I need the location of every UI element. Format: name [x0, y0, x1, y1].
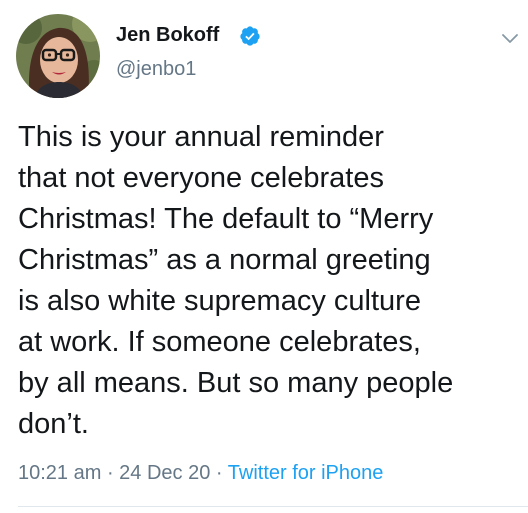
verified-badge-icon — [240, 26, 260, 46]
tweet-time[interactable]: 10:21 am — [18, 462, 101, 484]
more-options-button[interactable] — [494, 22, 526, 54]
tweet-metadata: 10:21 am · 24 Dec 20 · Twitter for iPhon… — [18, 460, 383, 486]
meta-separator: · — [210, 462, 228, 484]
author-handle[interactable]: @jenbo1 — [116, 56, 196, 82]
chevron-down-icon — [502, 34, 518, 43]
tweet-source-link[interactable]: Twitter for iPhone — [228, 462, 384, 484]
avatar[interactable] — [16, 14, 100, 98]
tweet-text: This is your annual reminder that not ev… — [18, 121, 454, 440]
author-name[interactable]: Jen Bokoff — [116, 22, 219, 48]
tweet-date[interactable]: 24 Dec 20 — [119, 462, 210, 484]
tweet-card: Jen Bokoff @jenbo1 This is your annual r… — [0, 0, 528, 513]
meta-separator: · — [101, 462, 120, 484]
divider — [18, 506, 528, 507]
avatar-image — [16, 14, 100, 98]
